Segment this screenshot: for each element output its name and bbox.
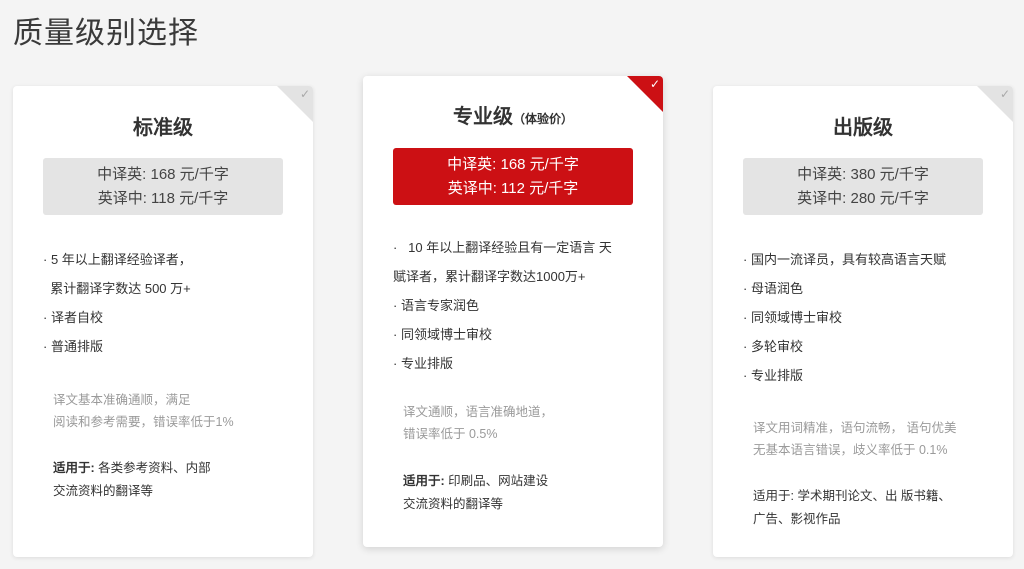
suitable-for: 适用于: 各类参考资料、内部 交流资料的翻译等	[53, 457, 313, 503]
price-zh-en: 中译英: 168 元/千字	[97, 166, 229, 183]
tier-card-publishing[interactable]: ✓ 出版级 中译英: 380 元/千字 英译中: 280 元/千字 · 国内一流…	[713, 86, 1013, 557]
note-line: 阅读和参考需要，错误率低于1%	[53, 415, 234, 429]
price-box: 中译英: 168 元/千字 英译中: 112 元/千字	[393, 148, 633, 205]
tier-name: 专业级	[452, 106, 513, 128]
feature-item: · 多轮审校	[743, 339, 803, 354]
tier-title: 专业级（体验价）	[363, 100, 663, 128]
note-line: 错误率低于 0.5%	[403, 427, 498, 441]
tier-card-standard[interactable]: ✓ 标准级 中译英: 168 元/千字 英译中: 118 元/千字 · 5 年以…	[13, 86, 313, 557]
quality-note: 译文基本准确通顺，满足 阅读和参考需要，错误率低于1%	[53, 389, 313, 433]
quality-note: 译文通顺，语言准确地道， 错误率低于 0.5%	[403, 401, 663, 445]
check-icon: ✓	[999, 87, 1010, 101]
price-en-zh: 英译中: 118 元/千字	[97, 190, 229, 207]
tier-subtitle: （体验价）	[512, 112, 573, 126]
price-box: 中译英: 380 元/千字 英译中: 280 元/千字	[743, 158, 983, 215]
feature-item: 累计翻译字数达 500 万+	[43, 281, 191, 296]
feature-item: 赋译者，累计翻译字数达1000万+	[393, 269, 586, 284]
feature-item: · 专业排版	[743, 368, 803, 383]
suitable-label: 适用于:	[403, 474, 445, 488]
price-box: 中译英: 168 元/千字 英译中: 118 元/千字	[43, 158, 283, 215]
check-icon: ✓	[649, 77, 660, 91]
feature-item: · 译者自校	[43, 310, 103, 325]
feature-list: · 10 年以上翻译经验且有一定语言 天 赋译者，累计翻译字数达1000万+ ·…	[393, 233, 663, 378]
suitable-text: 交流资料的翻译等	[403, 497, 504, 511]
suitable-label: 适用于:	[53, 461, 95, 475]
price-zh-en: 中译英: 168 元/千字	[447, 156, 579, 173]
suitable-text: 适用于: 学术期刊论文、出 版书籍、	[753, 489, 951, 503]
feature-item: · 普通排版	[43, 339, 103, 354]
tier-name: 标准级	[133, 117, 193, 139]
suitable-for: 适用于: 印刷品、网站建设 交流资料的翻译等	[403, 470, 663, 516]
quality-note: 译文用词精准，语句流畅， 语句优美 无基本语言错误，歧义率低于 0.1%	[753, 417, 1013, 461]
price-en-zh: 英译中: 112 元/千字	[447, 180, 579, 197]
feature-item: · 5 年以上翻译经验译者，	[43, 252, 192, 267]
suitable-text: 印刷品、网站建设	[444, 474, 549, 488]
feature-list: · 5 年以上翻译经验译者， 累计翻译字数达 500 万+ · 译者自校 · 普…	[43, 245, 313, 361]
feature-list: · 国内一流译员，具有较高语言天赋 · 母语润色 · 同领域博士审校 · 多轮审…	[743, 245, 1013, 390]
tier-title: 标准级	[13, 111, 313, 139]
price-en-zh: 英译中: 280 元/千字	[797, 190, 929, 207]
feature-item: · 专业排版	[393, 356, 453, 371]
suitable-text: 交流资料的翻译等	[53, 484, 154, 498]
note-line: 译文通顺，语言准确地道，	[403, 405, 554, 419]
note-line: 无基本语言错误，歧义率低于 0.1%	[753, 443, 948, 457]
tier-name: 出版级	[833, 117, 893, 139]
price-zh-en: 中译英: 380 元/千字	[797, 166, 929, 183]
page-title: 质量级别选择	[13, 17, 199, 50]
suitable-text: 广告、影视作品	[753, 512, 841, 526]
suitable-for: 适用于: 学术期刊论文、出 版书籍、 广告、影视作品	[753, 485, 1013, 531]
suitable-text: 各类参考资料、内部	[94, 461, 211, 475]
feature-item: · 语言专家润色	[393, 298, 479, 313]
feature-item: · 同领域博士审校	[743, 310, 842, 325]
note-line: 译文用词精准，语句流畅， 语句优美	[753, 421, 957, 435]
feature-item: · 10 年以上翻译经验且有一定语言 天	[393, 240, 612, 255]
check-icon: ✓	[299, 87, 310, 101]
feature-item: · 国内一流译员，具有较高语言天赋	[743, 252, 946, 267]
tier-card-professional[interactable]: ✓ 专业级（体验价） 中译英: 168 元/千字 英译中: 112 元/千字 ·…	[363, 76, 663, 547]
tier-title: 出版级	[713, 111, 1013, 139]
note-line: 译文基本准确通顺，满足	[53, 393, 191, 407]
feature-item: · 母语润色	[743, 281, 803, 296]
feature-item: · 同领域博士审校	[393, 327, 492, 342]
